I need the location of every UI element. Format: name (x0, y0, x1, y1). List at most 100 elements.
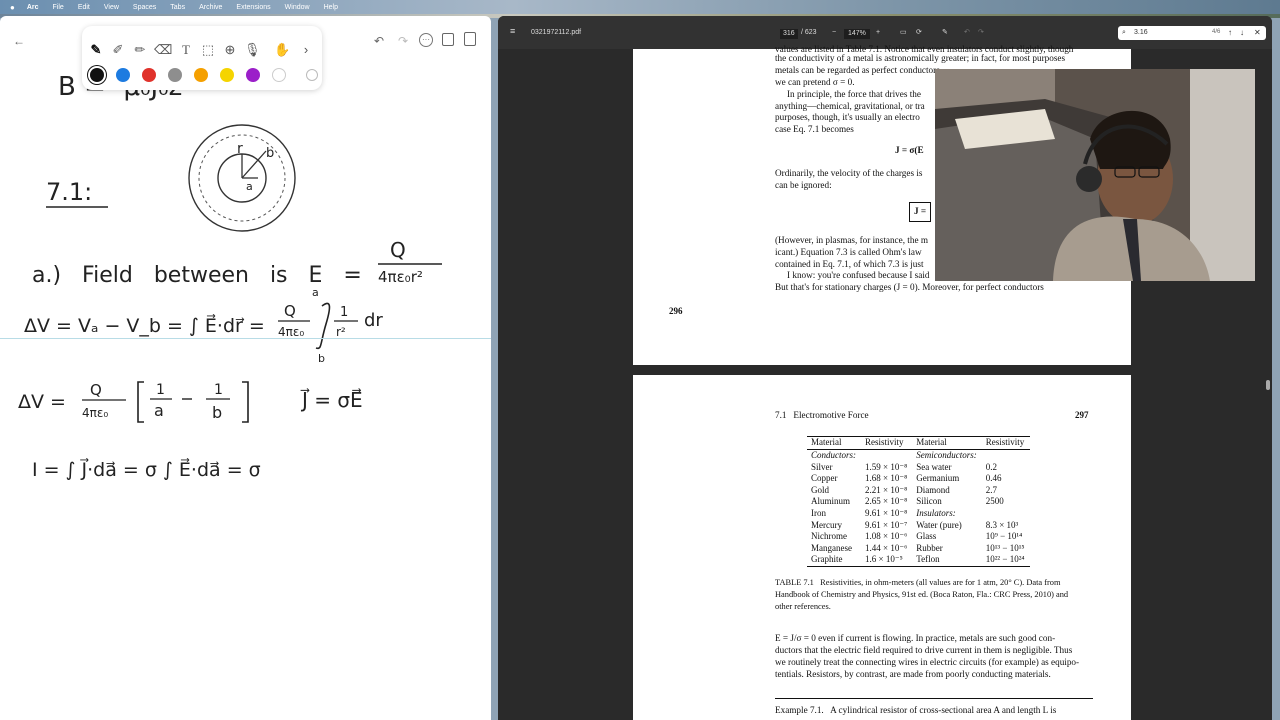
handwriting-canvas[interactable]: B = -μ₀J₀ẑ 7.1: r b a a.) Field between … (0, 16, 491, 720)
notes-window: B = -μ₀J₀ẑ 7.1: r b a a.) Field between … (0, 16, 491, 720)
page-current-input[interactable]: 316 (780, 29, 798, 39)
table-caption-line: other references. (775, 602, 831, 611)
search-prev-icon[interactable]: ↑ (1228, 28, 1232, 37)
menu-view[interactable]: View (104, 4, 119, 11)
share-icon[interactable] (442, 33, 454, 46)
table-cell: 2.21 × 10⁻⁸ (865, 484, 908, 495)
redo-pdf-icon[interactable]: ↷ (978, 29, 984, 37)
microphone-icon[interactable]: 🎙 (244, 42, 261, 58)
pdf-filename: 0321972112.pdf (531, 29, 582, 36)
color-swatch-purple[interactable] (246, 68, 260, 82)
undo-pdf-icon[interactable]: ↶ (964, 29, 970, 37)
eraser-tool-icon[interactable]: ⌫ (154, 42, 172, 58)
color-swatch-gray[interactable] (168, 68, 182, 82)
undo-icon[interactable]: ↶ (372, 34, 386, 48)
lasso-tool-icon[interactable]: ⬚ (200, 42, 216, 58)
color-swatch-blue[interactable] (116, 68, 130, 82)
menu-tabs[interactable]: Tabs (170, 4, 185, 11)
page-break-line (0, 338, 491, 339)
search-next-icon[interactable]: ↓ (1240, 28, 1244, 37)
rotate-icon[interactable]: ⟳ (916, 29, 922, 37)
color-swatch-black[interactable] (90, 68, 104, 82)
stroke-width-icon[interactable] (306, 69, 318, 81)
table-row: Conductors: Semiconductors: (807, 450, 1030, 462)
table-cell: 1.6 × 10⁻⁵ (861, 554, 913, 567)
table-cell: Iron (811, 507, 826, 518)
color-swatch-orange[interactable] (194, 68, 208, 82)
menu-extensions[interactable]: Extensions (236, 4, 270, 11)
table-cell: 8.3 × 10³ (985, 519, 1019, 530)
p296-line: contained in Eq. 7.1, of which 7.3 is ju… (775, 259, 924, 269)
color-swatch-yellow[interactable] (220, 68, 234, 82)
table-cell: 1.59 × 10⁻⁸ (865, 461, 908, 472)
chevron-right-icon[interactable]: › (298, 42, 314, 58)
p296-line: But that's for stationary charges (J = 0… (775, 282, 1044, 292)
apple-icon[interactable]: ● (10, 3, 15, 12)
hw-ohm: J⃗ = σE⃗ (300, 387, 363, 412)
hw-problem-number: 7.1: (46, 178, 92, 206)
example-heading: Example 7.1. A cylindrical resistor of c… (775, 705, 1057, 715)
table-cell: Semiconductors: (916, 450, 977, 460)
pen-palette: ✎ ✐ ✏ ⌫ T ⬚ ⊕ 🎙 ✋ › (82, 26, 322, 90)
more-icon[interactable]: ··· (419, 33, 433, 47)
search-box[interactable]: ⌕ 3.16 4/6 ↑ ↓ ✕ (1118, 26, 1266, 40)
hw-dv2-num: Q (90, 381, 102, 399)
table-cell: 10⁹ − 10¹⁴ (985, 531, 1023, 542)
menu-hamburger-icon[interactable]: ≡ (510, 27, 515, 36)
table-cell: Graphite (807, 554, 861, 567)
hw-label-r: r (237, 141, 243, 157)
menu-help[interactable]: Help (324, 4, 338, 11)
pencil-tool-icon[interactable]: ✐ (110, 42, 126, 58)
p296-line: we can pretend σ = 0. (775, 77, 855, 87)
hw-dv-line1: ΔV = Vₐ − V_b = ∫ E⃗·dr⃗ = (24, 314, 265, 337)
zoom-out-button[interactable]: − (832, 29, 836, 37)
text-tool-icon[interactable]: T (178, 42, 194, 58)
table-cell: Insulators: (916, 507, 956, 518)
color-swatch-white[interactable] (272, 68, 286, 82)
menu-bar: ● Arc File Edit View Spaces Tabs Archive… (0, 0, 1280, 14)
table-cell: Teflon (912, 554, 982, 567)
table-cell: 2500 (985, 496, 1004, 507)
hw-bracket-a-den: a (154, 401, 164, 420)
redo-icon[interactable]: ↷ (396, 34, 410, 48)
table-cell: Sea water (916, 461, 952, 472)
page-number-297: 297 (1075, 410, 1089, 420)
table-cell: Gold (811, 484, 829, 495)
menu-archive[interactable]: Archive (199, 4, 222, 11)
menu-edit[interactable]: Edit (78, 4, 90, 11)
search-input[interactable]: 3.16 (1134, 29, 1148, 36)
menu-file[interactable]: File (53, 4, 64, 11)
pages-icon[interactable] (464, 32, 476, 46)
window-resize-handle[interactable] (1266, 380, 1270, 390)
webcam-feed (935, 69, 1255, 281)
back-arrow-icon[interactable]: ← (12, 34, 26, 48)
table-row: Nichrome 1.08 × 10⁻⁶ Glass 10⁹ − 10¹⁴ (807, 531, 1030, 543)
section-header: 7.1 Electromotive Force (775, 410, 869, 420)
annotate-icon[interactable]: ✎ (942, 29, 948, 37)
search-count: 4/6 (1212, 29, 1221, 35)
p296-line: purposes, though, it's usually an electr… (775, 112, 920, 122)
table-cell: 1.68 × 10⁻⁸ (865, 473, 908, 484)
menu-app-name[interactable]: Arc (27, 4, 39, 11)
table-cell: Glass (916, 531, 937, 542)
p296-line: I know: you're confused because I said (787, 270, 930, 280)
table-header: Material (807, 436, 861, 450)
zoom-level[interactable]: 147% (844, 29, 870, 39)
color-swatch-red[interactable] (142, 68, 156, 82)
table-row: Copper 1.68 × 10⁻⁸ Germanium 0.46 (807, 473, 1030, 485)
hand-tool-icon[interactable]: ✋ (274, 42, 290, 58)
hw-label-a: a (246, 180, 253, 193)
pen-tool-icon[interactable]: ✎ (88, 42, 104, 58)
table-header: Resistivity (981, 436, 1030, 450)
zoom-in-button[interactable]: + (876, 29, 880, 37)
table-row: Iron 9.61 × 10⁻⁸ Insulators: (807, 508, 1030, 520)
table-header: Resistivity (861, 436, 913, 450)
menu-window[interactable]: Window (285, 4, 310, 11)
menu-spaces[interactable]: Spaces (133, 4, 156, 11)
highlighter-tool-icon[interactable]: ✏ (132, 42, 148, 58)
fit-page-icon[interactable]: ▭ (900, 29, 907, 37)
search-close-icon[interactable]: ✕ (1254, 28, 1261, 37)
table-cell: Nichrome (811, 531, 847, 542)
shapes-tool-icon[interactable]: ⊕ (222, 42, 238, 58)
hw-integral-sign (315, 302, 331, 350)
